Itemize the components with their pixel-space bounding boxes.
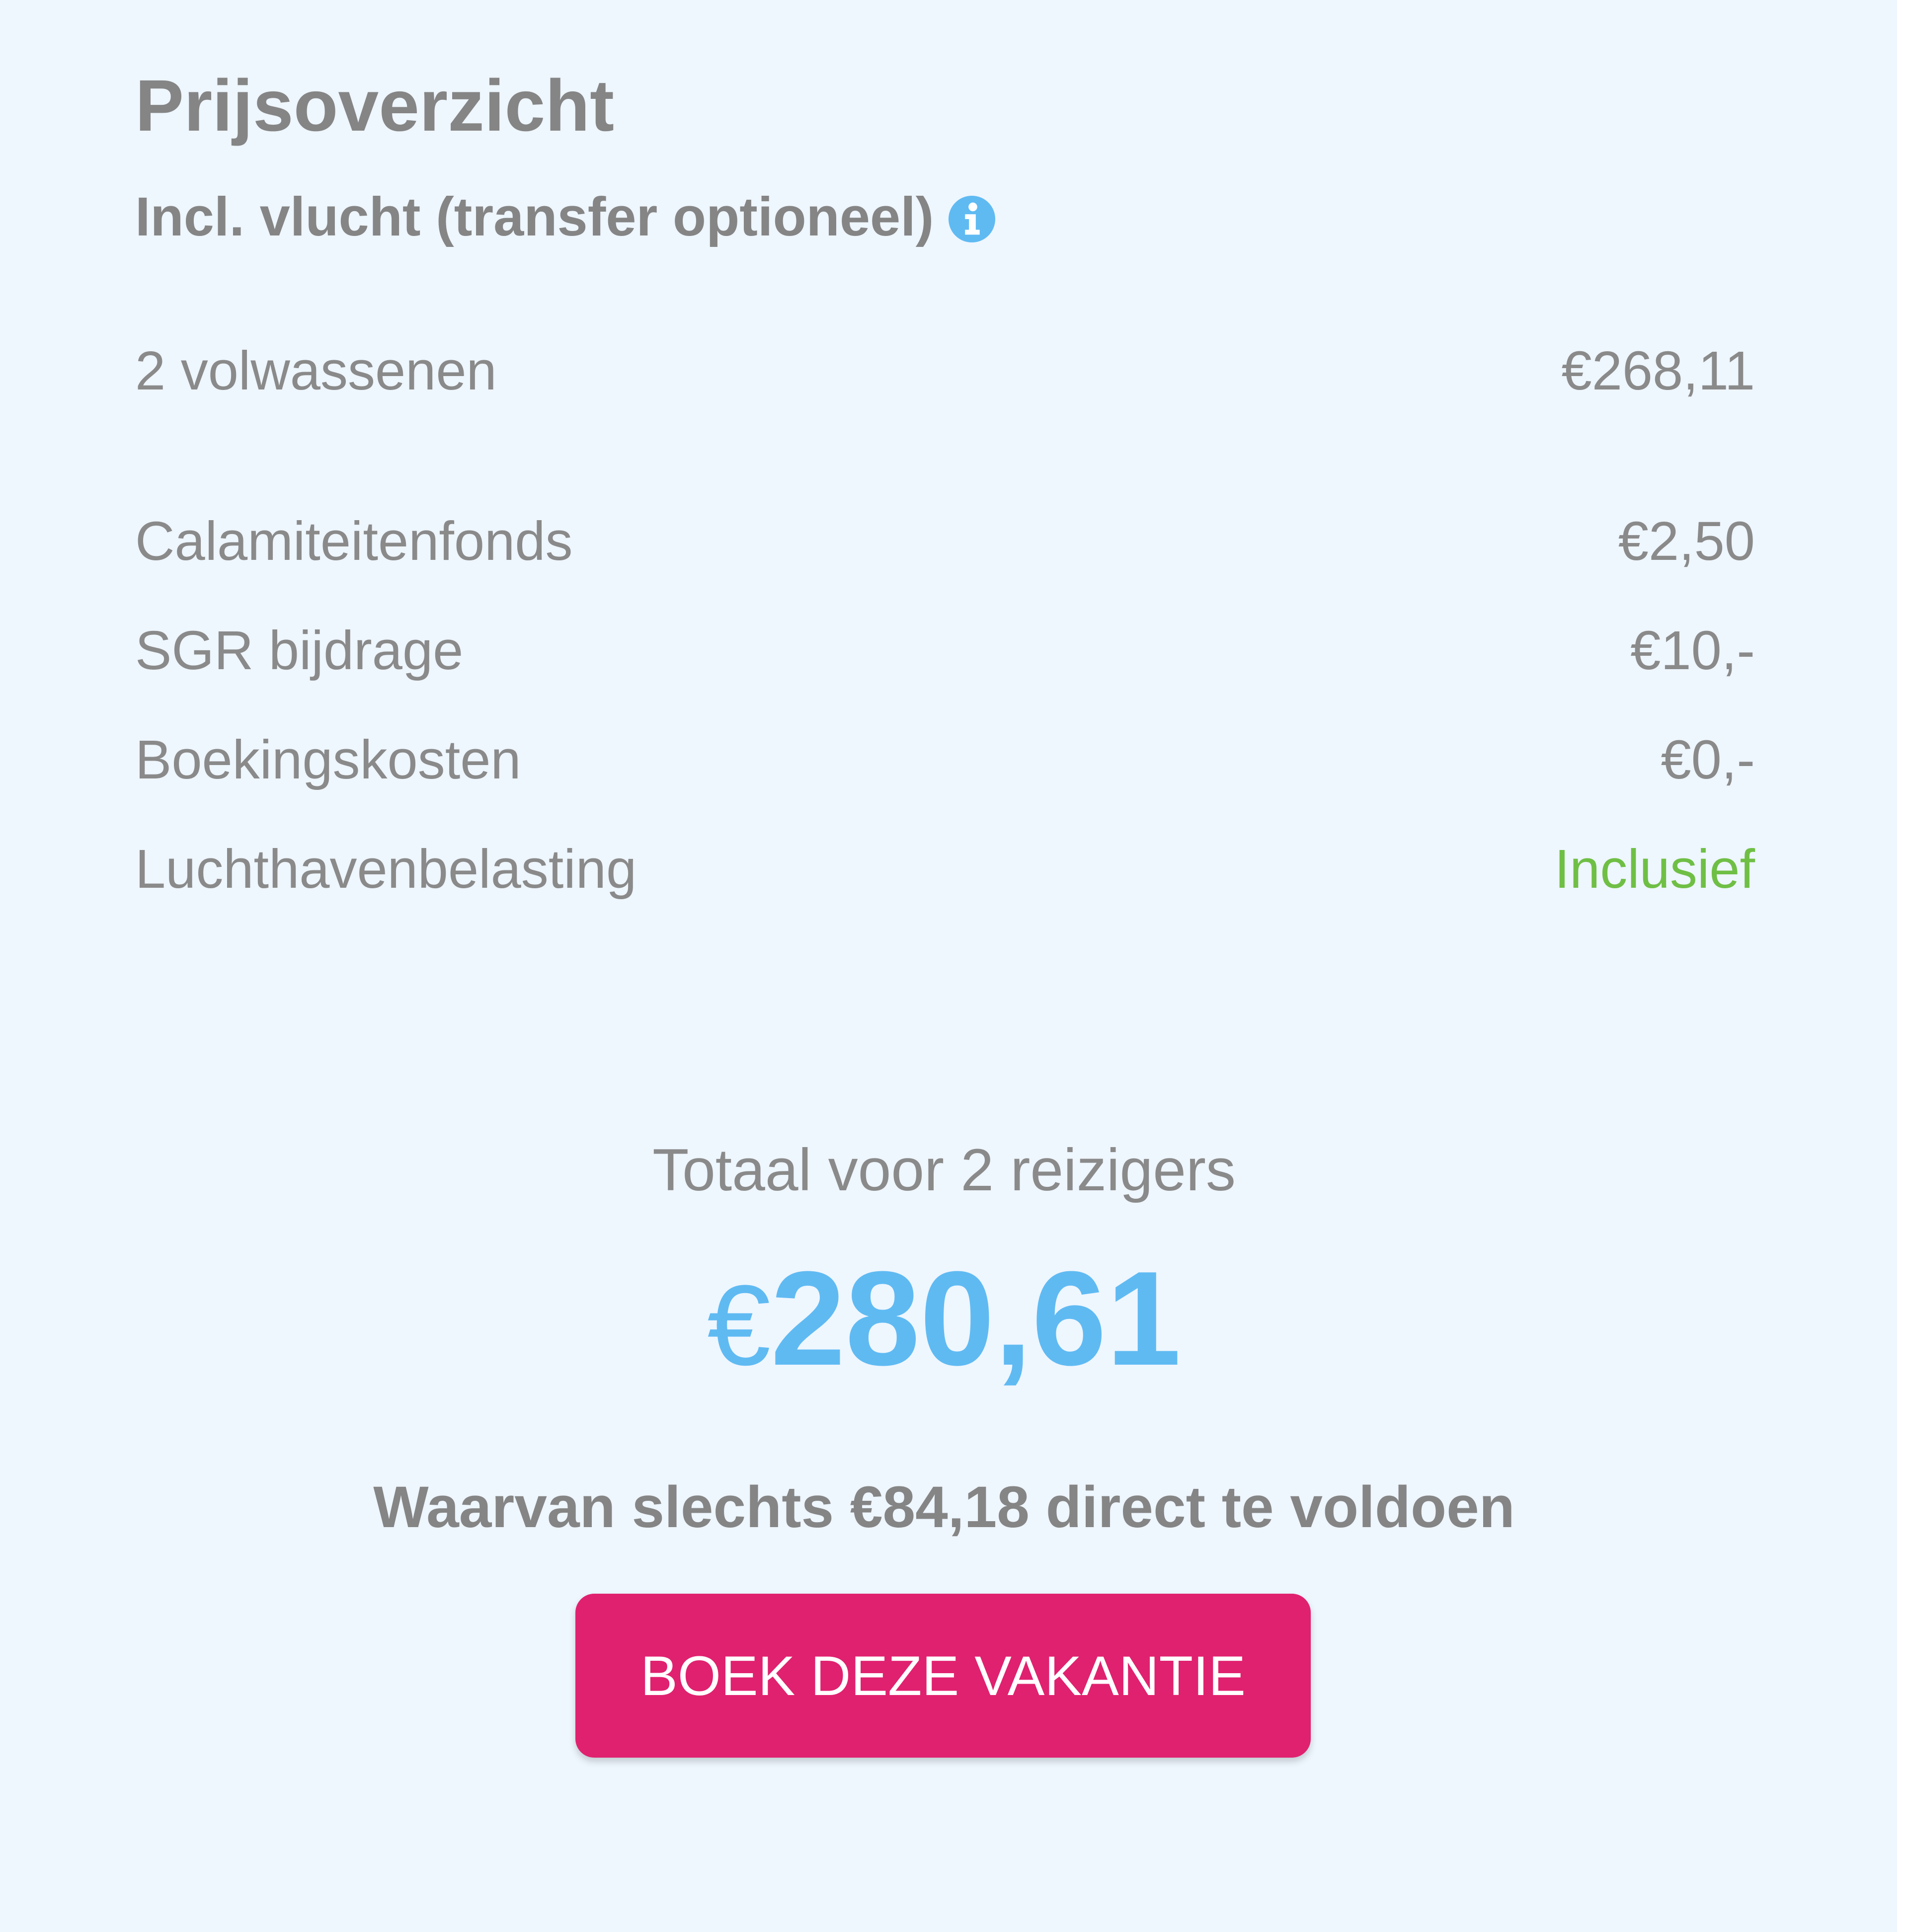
price-line-value: €10,- (1630, 620, 1755, 681)
price-line-adults: 2 volwassenen €268,11 (135, 344, 1755, 398)
total-currency: € (707, 1261, 771, 1389)
price-line-label: 2 volwassenen (135, 340, 497, 401)
total-amount: 280,61 (771, 1244, 1181, 1393)
total-label: Totaal voor 2 reizigers (652, 1137, 1236, 1203)
included-badge: Inclusief (1554, 839, 1755, 900)
price-line-calamity-fund: Calamiteitenfonds €2,50 (135, 514, 1755, 569)
price-line-value: €268,11 (1561, 340, 1755, 401)
book-holiday-button[interactable]: BOEK DEZE VAKANTIE (575, 1594, 1311, 1758)
page-title: Prijsoverzicht (135, 65, 615, 147)
price-line-label: Boekingskosten (135, 729, 521, 790)
price-line-value: €2,50 (1618, 511, 1755, 572)
price-overview-panel: Prijsoverzicht Incl. vlucht (transfer op… (0, 0, 1897, 1932)
price-line-label: Luchthavenbelasting (135, 839, 637, 900)
price-line-label: Calamiteitenfonds (135, 511, 573, 572)
pay-now-text: Waarvan slechts €84,18 direct te voldoen (373, 1474, 1515, 1540)
total-price: €280,61 (0, 1252, 1888, 1386)
info-icon[interactable] (948, 195, 996, 243)
price-line-airport-tax: Luchthavenbelasting Inclusief (135, 842, 1755, 897)
price-line-sgr: SGR bijdrage €10,- (135, 623, 1755, 678)
price-line-value: €0,- (1661, 729, 1755, 790)
price-line-label: SGR bijdrage (135, 620, 464, 681)
subtitle-text: Incl. vlucht (transfer optioneel) (135, 186, 934, 247)
subtitle: Incl. vlucht (transfer optioneel) (135, 190, 996, 244)
price-line-booking-costs: Boekingskosten €0,- (135, 733, 1755, 787)
